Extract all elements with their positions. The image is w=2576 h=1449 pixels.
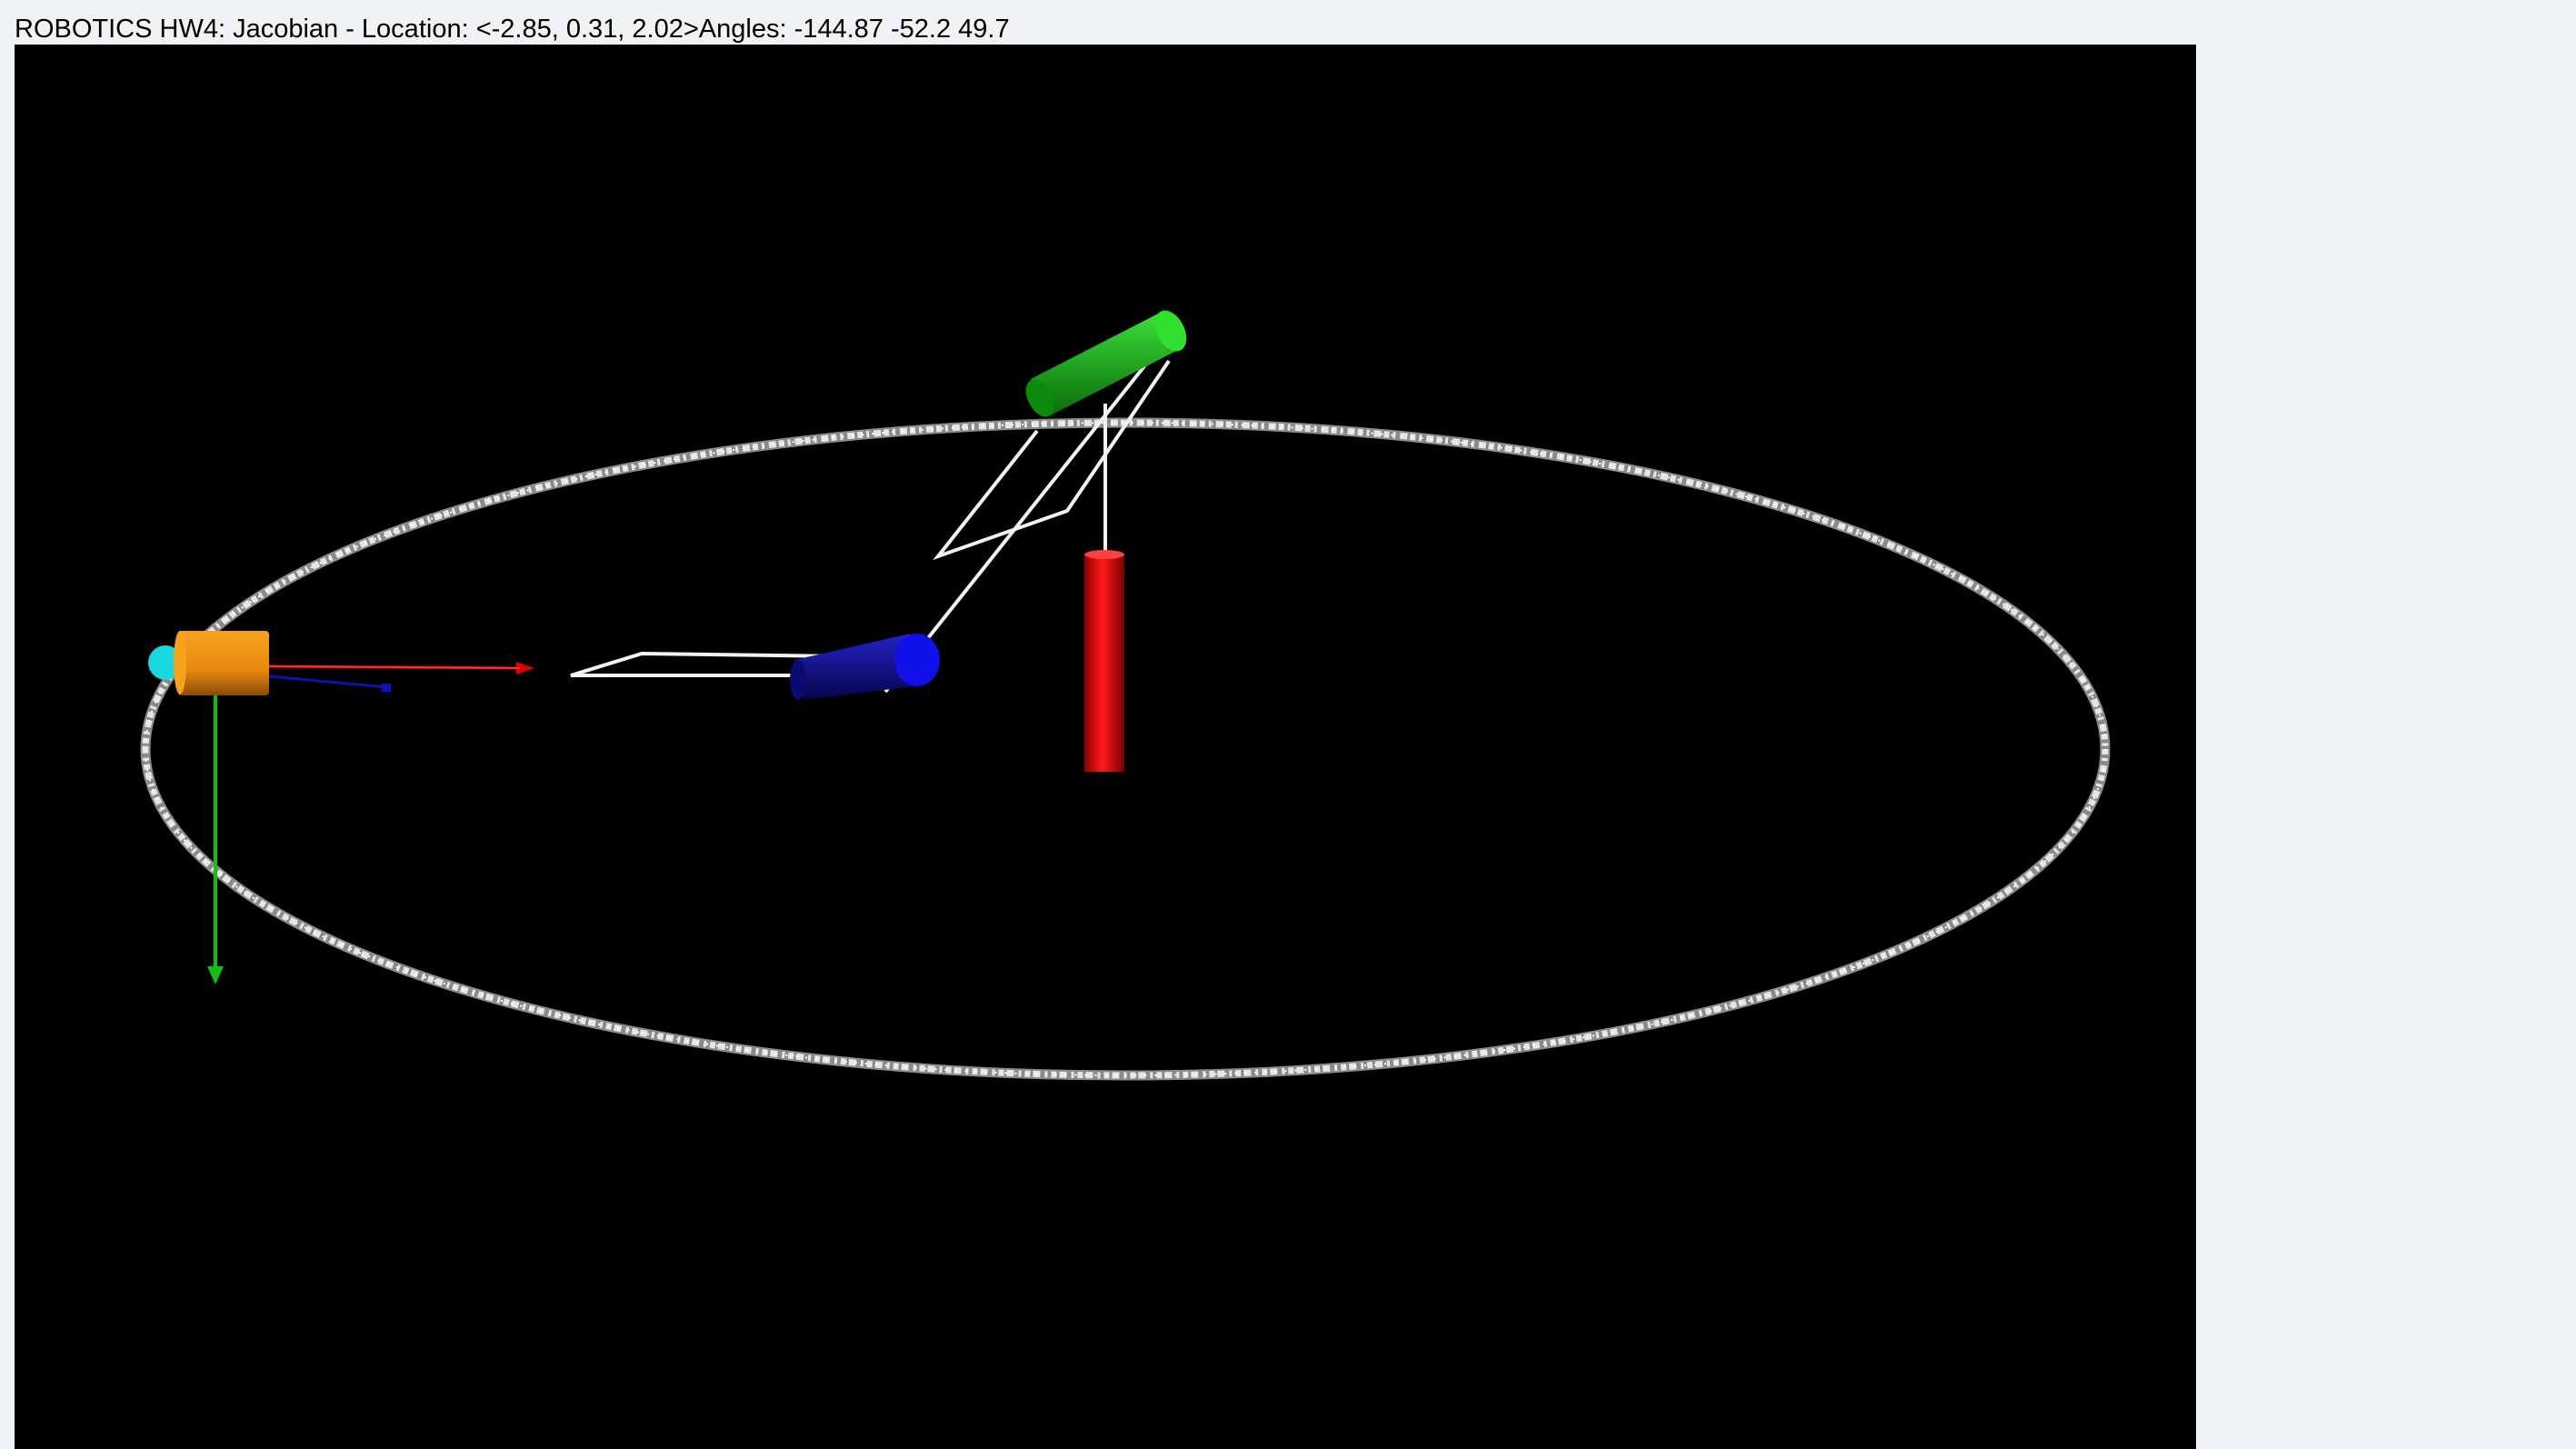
- base-joint: [1084, 550, 1124, 772]
- title-prefix: ROBOTICS HW4: Jacobian - Location:: [15, 15, 476, 44]
- angles-readout: -144.87 -52.2 49.7: [794, 15, 1010, 44]
- end-effector-axes: [207, 662, 534, 984]
- end-effector: [148, 631, 521, 695]
- trajectory-path: [140, 417, 2111, 1081]
- joint-3: [790, 634, 940, 700]
- angles-label: Angles:: [698, 15, 794, 44]
- 3d-viewport[interactable]: [15, 45, 2196, 1449]
- window-title: ROBOTICS HW4: Jacobian - Location: <-2.8…: [15, 11, 1010, 47]
- location-readout: <-2.85, 0.31, 2.02>: [475, 15, 699, 44]
- arm-links: [570, 356, 1171, 694]
- scene-canvas[interactable]: [15, 45, 2196, 1449]
